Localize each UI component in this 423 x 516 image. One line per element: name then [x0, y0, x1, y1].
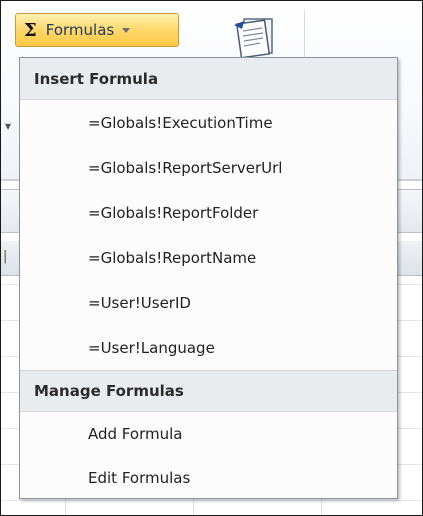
menu-item-globals-reportname[interactable]: =Globals!ReportName: [20, 235, 397, 280]
menu-item-globals-executiontime[interactable]: =Globals!ExecutionTime: [20, 100, 397, 145]
menu-item-globals-reportserverurl[interactable]: =Globals!ReportServerUrl: [20, 145, 397, 190]
sigma-icon: Σ: [24, 19, 37, 41]
edit-formulas-menu-item[interactable]: Edit Formulas: [20, 456, 397, 500]
column-header-edge: |: [3, 249, 8, 264]
chevron-down-icon: [122, 27, 131, 33]
application-window: ▾ | Σ Formulas Insert Formula =Globals!E…: [0, 0, 423, 516]
formulas-button-label: Formulas: [45, 21, 115, 39]
ribbon-divider: [304, 9, 305, 57]
manage-formulas-header: Manage Formulas: [20, 370, 397, 412]
insert-formula-header: Insert Formula: [20, 58, 397, 100]
menu-item-user-language[interactable]: =User!Language: [20, 325, 397, 370]
document-icon[interactable]: [230, 15, 282, 57]
ribbon-edge-mark: ▾: [5, 119, 12, 133]
add-formula-menu-item[interactable]: Add Formula: [20, 412, 397, 456]
menu-item-globals-reportfolder[interactable]: =Globals!ReportFolder: [20, 190, 397, 235]
formulas-button[interactable]: Σ Formulas: [15, 13, 179, 47]
formulas-dropdown-menu: Insert Formula =Globals!ExecutionTime =G…: [19, 57, 398, 499]
menu-item-user-userid[interactable]: =User!UserID: [20, 280, 397, 325]
